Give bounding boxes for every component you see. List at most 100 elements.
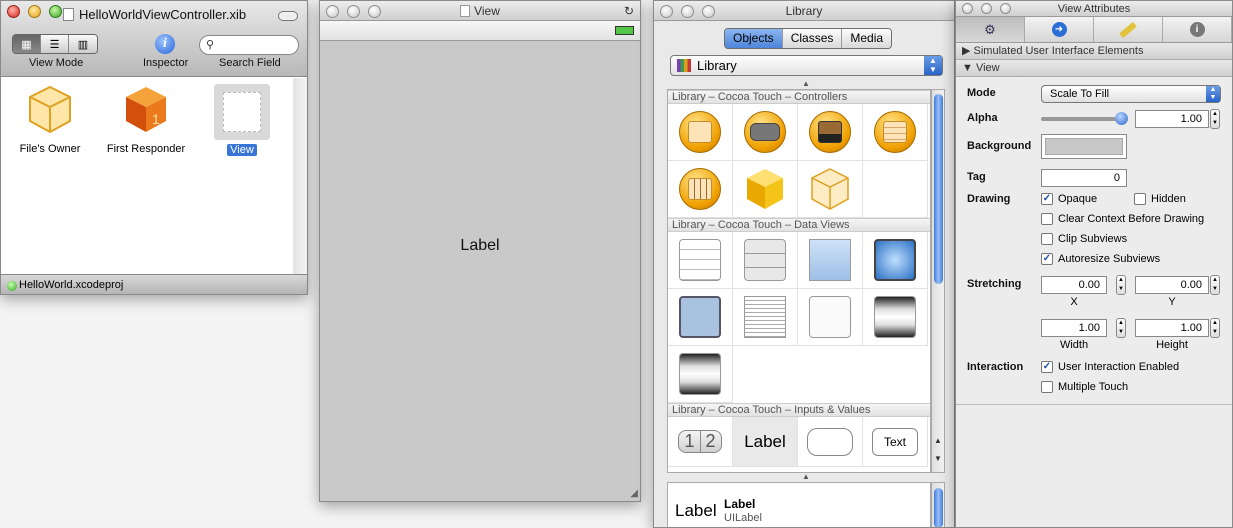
toolbar-toggle-button[interactable] [278, 11, 298, 21]
external-object-item[interactable] [798, 161, 863, 218]
rotate-icon[interactable]: ↻ [624, 1, 634, 21]
opaque-checkbox[interactable]: ✓ Opaque [1041, 193, 1097, 205]
tab-media[interactable]: Media [842, 29, 892, 48]
picker-view-item[interactable] [863, 289, 928, 346]
minimize-button[interactable] [681, 5, 694, 18]
tab-objects[interactable]: Objects [725, 29, 783, 48]
view-controller-item[interactable] [668, 104, 733, 161]
date-picker-item[interactable] [668, 346, 733, 403]
library-tabs[interactable]: Objects Classes Media [724, 28, 893, 49]
tab-connections[interactable]: ➜ [1025, 17, 1094, 42]
first-responder-item[interactable]: 1 First Responder [99, 84, 193, 155]
library-row [668, 232, 930, 289]
autoresize-checkbox[interactable]: ✓ Autoresize Subviews [1041, 253, 1160, 265]
zoom-button[interactable] [1000, 3, 1011, 14]
view-section-disclosure[interactable]: ▼ View [956, 60, 1232, 77]
background-label: Background [967, 140, 1032, 152]
image-view-item[interactable] [798, 232, 863, 289]
opaque-check-icon: ✓ [1041, 193, 1053, 205]
map-view-item[interactable] [668, 289, 733, 346]
navigation-controller-item[interactable] [733, 104, 798, 161]
clear-context-checkbox[interactable]: Clear Context Before Drawing [1041, 213, 1204, 225]
close-button[interactable] [660, 5, 673, 18]
segment-2: 2 [705, 431, 716, 451]
stretch-x-stepper[interactable]: ▲ ▼ [1116, 275, 1126, 295]
minimize-button[interactable] [981, 3, 992, 14]
stretch-width-field[interactable]: 1.00 [1041, 319, 1107, 337]
inspector-divider [956, 404, 1232, 405]
zoom-button[interactable] [702, 5, 715, 18]
inspector-icon[interactable]: i [155, 34, 175, 54]
multiple-touch-checkbox[interactable]: Multiple Touch [1041, 381, 1128, 393]
label-item[interactable]: Label [733, 417, 798, 467]
view-item[interactable]: View [195, 84, 289, 156]
tab-bar-controller-icon [809, 111, 851, 153]
segmented-control-item[interactable]: 1 2 [668, 417, 733, 467]
alpha-slider[interactable] [1041, 112, 1128, 125]
stretch-height-field[interactable]: 1.00 [1135, 319, 1209, 337]
stretch-y-field[interactable]: 0.00 [1135, 276, 1209, 294]
library-popup[interactable]: Library ▲ ▼ [670, 55, 943, 76]
inspector-tabs[interactable]: ⚙ ➜ i [956, 17, 1232, 43]
window-controls [962, 3, 1011, 14]
tab-attributes[interactable]: ⚙ [956, 17, 1025, 42]
mode-dropdown[interactable]: Scale To Fill ▲ ▼ [1041, 85, 1221, 103]
ui-label[interactable]: Label [320, 237, 640, 255]
window-title: HelloWorldViewController.xib [79, 7, 247, 22]
clip-subviews-label: Clip Subviews [1058, 233, 1128, 245]
search-input[interactable]: ⚲ [199, 35, 299, 55]
zoom-button[interactable] [49, 5, 62, 18]
library-row: 1 2 Label Text [668, 417, 930, 467]
split-handle-icon[interactable]: ▲ [802, 472, 810, 481]
scroll-thumb[interactable] [934, 94, 943, 284]
text-view-item[interactable] [733, 289, 798, 346]
minimize-button[interactable] [28, 5, 41, 18]
list-view-button[interactable]: ☰ [41, 35, 69, 53]
tab-classes[interactable]: Classes [782, 29, 843, 48]
table-view-controller-item[interactable] [863, 104, 928, 161]
scroll-down-arrow-icon[interactable]: ▼ [932, 454, 944, 463]
simulated-ui-disclosure[interactable]: ▶ Simulated User Interface Elements [956, 43, 1232, 60]
table-view-cell-item[interactable] [733, 232, 798, 289]
text-field-item[interactable] [798, 417, 863, 467]
close-button[interactable] [326, 5, 339, 18]
vertical-scrollbar[interactable] [293, 78, 307, 274]
web-view-item[interactable] [863, 232, 928, 289]
background-color-well[interactable] [1041, 134, 1127, 159]
scroll-up-arrow-icon[interactable]: ▲ [932, 436, 944, 445]
column-view-button[interactable]: ▥ [69, 35, 97, 53]
library-scrollbar[interactable]: ▲ ▼ [931, 89, 945, 473]
view-mode-segmented-control[interactable]: ▦ ☰ ▥ [12, 34, 98, 54]
resize-grip-icon[interactable]: ◢ [630, 488, 638, 499]
tab-identity[interactable]: i [1163, 17, 1232, 42]
clip-subviews-checkbox[interactable]: Clip Subviews [1041, 233, 1127, 245]
close-button[interactable] [7, 5, 20, 18]
alpha-field[interactable]: 1.00 [1135, 110, 1209, 128]
tab-bar-controller-item[interactable] [798, 104, 863, 161]
stretch-x-field[interactable]: 0.00 [1041, 276, 1107, 294]
alpha-stepper[interactable]: ▲ ▼ [1210, 109, 1220, 129]
stretch-height-stepper[interactable]: ▲ ▼ [1210, 318, 1220, 338]
minimize-button[interactable] [347, 5, 360, 18]
split-handle-icon[interactable]: ▲ [802, 79, 810, 88]
stretch-width-stepper[interactable]: ▲ ▼ [1116, 318, 1126, 338]
zoom-button[interactable] [368, 5, 381, 18]
object-item[interactable] [733, 161, 798, 218]
table-view-item[interactable] [668, 232, 733, 289]
detail-scrollbar[interactable] [931, 482, 945, 527]
simulated-ui-title: Simulated User Interface Elements [973, 45, 1144, 57]
round-rect-button-item[interactable]: Text [863, 417, 928, 467]
scroll-view-item[interactable] [798, 289, 863, 346]
stretch-y-stepper[interactable]: ▲ ▼ [1210, 275, 1220, 295]
tag-field[interactable]: 0 [1041, 169, 1127, 187]
image-picker-item[interactable] [668, 161, 733, 218]
hidden-checkbox[interactable]: Hidden [1134, 193, 1186, 205]
alpha-slider-knob[interactable] [1115, 112, 1128, 125]
user-interaction-checkbox[interactable]: ✓ User Interaction Enabled [1041, 361, 1179, 373]
icon-view-button[interactable]: ▦ [13, 35, 41, 53]
multiple-touch-label: Multiple Touch [1058, 381, 1129, 393]
close-button[interactable] [962, 3, 973, 14]
files-owner-item[interactable]: File's Owner [3, 84, 97, 155]
tab-size[interactable] [1094, 17, 1163, 42]
scroll-thumb[interactable] [934, 488, 943, 527]
